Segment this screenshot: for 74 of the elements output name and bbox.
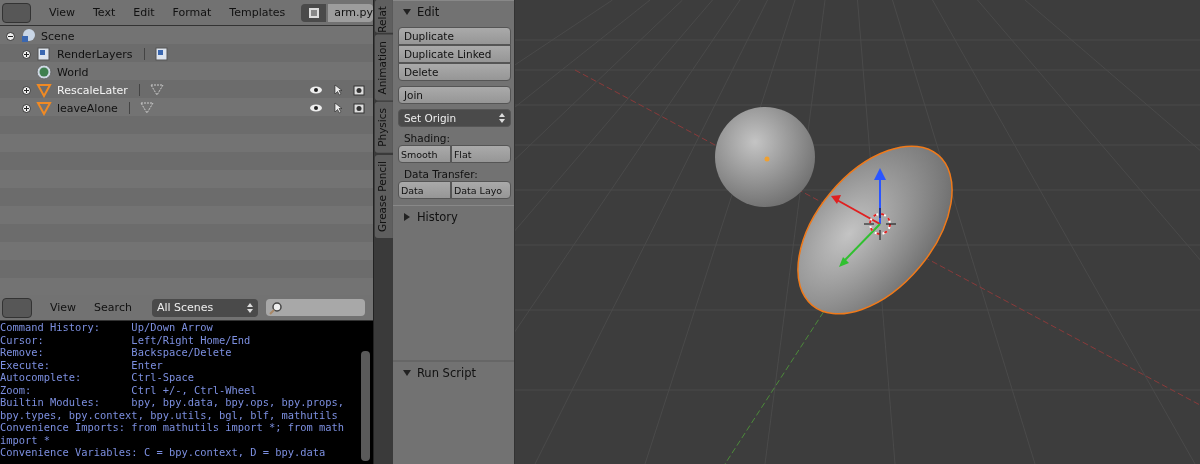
menu-item[interactable]: View	[42, 301, 85, 314]
mesh-data-icon	[138, 101, 155, 115]
collapse-icon[interactable]	[6, 31, 17, 41]
expand-icon[interactable]	[22, 103, 33, 113]
editor-type-icon[interactable]	[2, 297, 32, 318]
tool-tab[interactable]: Animation	[375, 34, 393, 101]
outliner-item[interactable]: RenderLayers	[55, 47, 135, 61]
collapse-triangle-icon	[402, 8, 411, 16]
tool-button[interactable]: Flat	[450, 145, 511, 163]
scrollbar[interactable]	[361, 351, 370, 461]
console-line: import *	[0, 433, 52, 446]
menu-item[interactable]: Format	[164, 6, 220, 19]
text-browse-icon[interactable]	[301, 3, 327, 22]
render-layers-icon	[36, 46, 52, 62]
camera-icon[interactable]	[353, 84, 365, 96]
tool-button[interactable]: Data Layo	[450, 181, 511, 199]
outliner-item[interactable]: leaveAlone	[55, 101, 120, 115]
console-line: Command History: Up/Down Arrow	[0, 321, 214, 334]
up-down-arrows-icon	[246, 302, 253, 313]
mesh-object-icon	[36, 82, 52, 98]
tool-button[interactable]: Data	[397, 181, 451, 199]
camera-icon[interactable]	[353, 102, 365, 114]
menu-item[interactable]: Search	[86, 301, 140, 314]
console-line: Remove: Backspace/Delete	[0, 346, 233, 359]
outliner-item[interactable]: Scene	[39, 29, 77, 43]
tool-button[interactable]: Delete	[397, 63, 511, 81]
tool-tab[interactable]: Grease Pencil	[375, 155, 393, 239]
group-label: Shading:	[402, 132, 452, 144]
console-line: bpy.types, bpy.context, bpy.utils, bgl, blf, mathutils	[0, 408, 339, 421]
eye-icon[interactable]	[309, 103, 323, 113]
transform-gizmo[interactable]	[831, 168, 886, 267]
editor-type-icon[interactable]	[2, 2, 31, 23]
collapse-triangle-icon	[402, 369, 411, 377]
search-field[interactable]	[265, 299, 365, 316]
outliner-item[interactable]: World	[55, 65, 91, 79]
cursor-icon[interactable]	[333, 102, 343, 114]
menu-item[interactable]: Templates	[221, 6, 294, 19]
tool-button[interactable]: Duplicate Linked	[397, 45, 511, 63]
menu-item[interactable]: View	[40, 6, 83, 19]
file-name-field[interactable]: arm.py	[328, 3, 373, 22]
outliner-item[interactable]: RescaleLater	[55, 83, 130, 97]
scene-icon	[20, 28, 36, 44]
expand-icon[interactable]	[22, 85, 33, 95]
console-line: Execute: Enter	[0, 358, 164, 371]
console-line: Cursor: Left/Right Home/End	[0, 333, 252, 346]
panel-header[interactable]: Run Script	[392, 360, 514, 384]
up-down-arrows-icon	[499, 113, 505, 123]
console-line: Autocomplete: Ctrl-Space	[0, 371, 195, 384]
console-line: Convenience Variables: C = bpy.context, D = bpy.data	[0, 446, 327, 459]
render-layer-icon	[153, 46, 170, 62]
tool-button[interactable]: Duplicate	[397, 27, 511, 45]
console-line: Builtin Modules: bpy, bpy.data, bpy.ops, bpy.props,	[0, 396, 346, 409]
set-origin-dropdown[interactable]: Set Origin	[397, 109, 511, 127]
eye-icon[interactable]	[309, 85, 323, 95]
cursor-icon[interactable]	[333, 84, 343, 96]
console-line: Zoom: Ctrl +/-, Ctrl-Wheel	[0, 383, 258, 396]
expand-triangle-icon	[402, 213, 411, 221]
panel-header[interactable]: History	[392, 205, 514, 228]
mesh-object-icon	[36, 100, 52, 116]
3d-cursor-icon	[863, 207, 897, 241]
tool-tab[interactable]: Physics	[375, 102, 393, 154]
search-icon	[268, 300, 283, 315]
tool-tab[interactable]: Relat	[375, 0, 393, 33]
menu-item[interactable]: Text	[85, 6, 124, 19]
tool-button[interactable]: Smooth	[397, 145, 451, 163]
mesh-data-icon	[148, 83, 165, 97]
menu-item[interactable]: Edit	[125, 6, 163, 19]
console-line: Convenience Imports: from mathutils import *; from math	[0, 421, 346, 434]
display-mode-dropdown[interactable]: All Scenes	[151, 298, 258, 317]
globe-icon	[36, 64, 52, 80]
group-label: Data Transfer:	[402, 168, 479, 180]
tool-button[interactable]: Join	[397, 86, 511, 104]
panel-header[interactable]: Edit	[392, 0, 514, 23]
expand-icon[interactable]	[22, 49, 33, 59]
